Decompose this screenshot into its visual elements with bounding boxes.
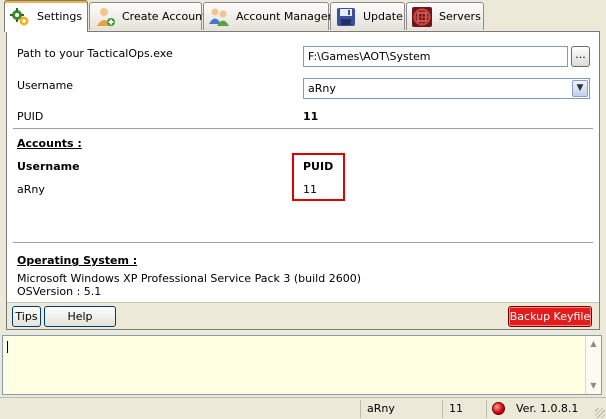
user-add-icon: [97, 7, 115, 26]
scroll-down-icon[interactable]: ▼: [586, 379, 601, 393]
server-icon: [412, 6, 432, 27]
browse-button[interactable]: ...: [571, 46, 590, 67]
scroll-up-icon[interactable]: ▲: [586, 337, 601, 351]
status-led-icon: [492, 402, 505, 415]
settings-panel: Path to your TacticalOps.exe F:\Games\AO…: [6, 31, 600, 330]
tab-label: Settings: [37, 10, 83, 23]
puid-label: PUID: [17, 110, 44, 123]
accounts-col-username: Username: [17, 160, 80, 173]
tips-button[interactable]: Tips: [12, 306, 41, 327]
text-caret: [7, 341, 8, 353]
settings-icon: [10, 7, 29, 25]
panel-footer: Tips Help Backup Keyfile: [7, 302, 599, 329]
status-username: aRny: [360, 400, 440, 418]
floppy-disk-icon: [337, 7, 355, 26]
path-field[interactable]: F:\Games\AOT\System: [303, 46, 568, 67]
status-separator: [486, 400, 489, 418]
chevron-down-icon[interactable]: ▼: [572, 80, 588, 97]
accounts-heading: Accounts :: [17, 137, 82, 150]
tab-label: Servers: [439, 10, 481, 23]
help-button[interactable]: Help: [44, 306, 116, 327]
account-row-username: aRny: [17, 183, 45, 196]
tab-update[interactable]: Update: [330, 2, 405, 30]
username-select-value: aRny: [308, 82, 336, 95]
log-scrollbar[interactable]: ▲ ▼: [585, 336, 601, 394]
status-puid: 11: [442, 400, 484, 418]
username-select[interactable]: aRny ▼: [303, 78, 590, 99]
log-textarea[interactable]: ▲ ▼: [2, 335, 602, 395]
resize-grip-icon[interactable]: [595, 408, 605, 418]
tab-servers[interactable]: Servers: [406, 2, 484, 30]
users-icon: [209, 8, 229, 26]
status-version: Ver. 1.0.8.1: [516, 402, 579, 415]
os-name: Microsoft Windows XP Professional Servic…: [17, 272, 361, 285]
divider: [13, 128, 593, 129]
tab-bar: Settings Create Account Account Manager …: [0, 0, 606, 32]
tab-label: Account Manager: [236, 10, 333, 23]
tab-label: Create Account: [122, 10, 207, 23]
tab-account-manager[interactable]: Account Manager: [203, 2, 333, 30]
os-version: OSVersion : 5.1: [17, 285, 102, 298]
status-bar: aRny 11 Ver. 1.0.8.1: [0, 397, 606, 419]
tab-label: Update: [363, 10, 403, 23]
os-heading: Operating System :: [17, 254, 138, 267]
tab-create-account[interactable]: Create Account: [89, 2, 206, 30]
username-label: Username: [17, 79, 74, 92]
puid-highlight-box: [292, 153, 345, 201]
divider: [13, 242, 593, 243]
path-label: Path to your TacticalOps.exe: [17, 47, 173, 60]
tab-settings[interactable]: Settings: [4, 0, 88, 32]
backup-keyfile-button[interactable]: Backup Keyfile: [508, 306, 592, 327]
puid-value: 11: [303, 110, 319, 123]
